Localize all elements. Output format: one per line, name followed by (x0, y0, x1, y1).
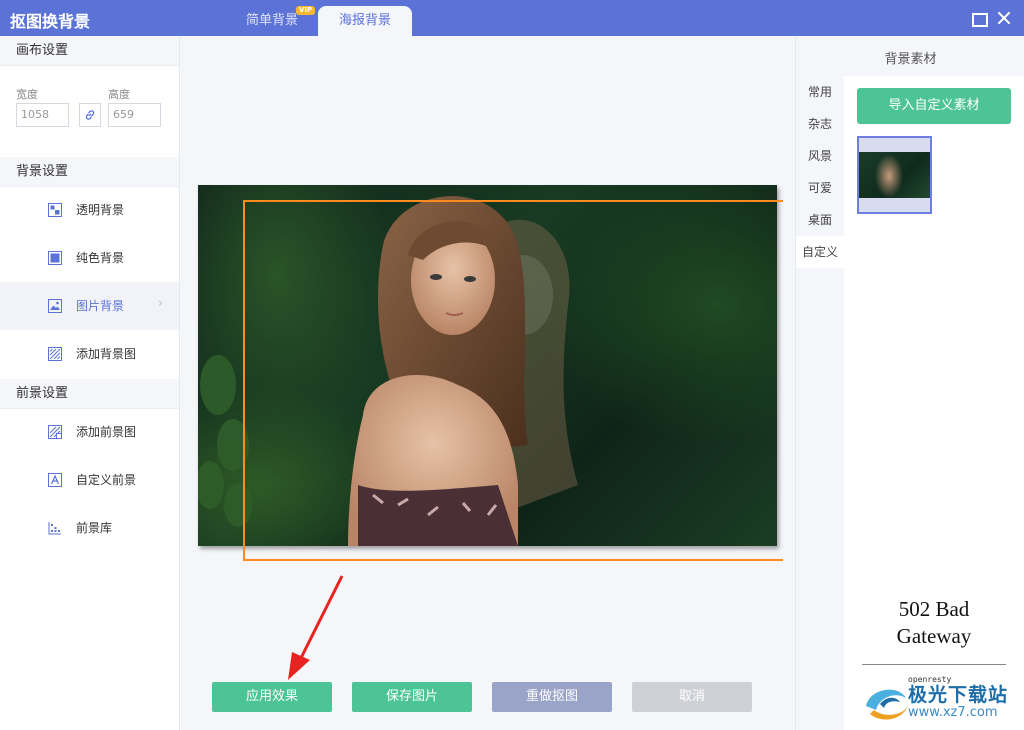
menu-foreground-library[interactable]: 前景库 (0, 504, 179, 552)
width-label: 宽度 (16, 88, 38, 101)
watermark-url: www.xz7.com (908, 705, 998, 720)
menu-label: 添加前景图 (76, 425, 137, 439)
redo-cutout-button[interactable]: 重做抠图 (492, 682, 612, 712)
cancel-button[interactable]: 取消 (632, 682, 752, 712)
panel-title: 背景素材 (884, 52, 937, 67)
category-desktop[interactable]: 桌面 (796, 204, 844, 236)
menu-label: 添加背景图 (76, 347, 137, 361)
canvas-settings-header: 画布设置 (0, 36, 179, 66)
height-label: 高度 (108, 88, 130, 101)
category-scenery[interactable]: 风景 (796, 140, 844, 172)
background-settings-header: 背景设置 (0, 157, 179, 187)
save-image-button[interactable]: 保存图片 (352, 682, 472, 712)
menu-label: 纯色背景 (76, 251, 125, 265)
foreground-settings-header: 前景设置 (0, 379, 179, 409)
chevron-right-icon: › (158, 296, 163, 310)
category-list: 常用 杂志 风景 可爱 桌面 自定义 (796, 76, 844, 584)
category-cute[interactable]: 可爱 (796, 172, 844, 204)
text-a-icon (48, 473, 62, 487)
transparent-icon (48, 203, 62, 217)
width-input[interactable]: 1058 (16, 103, 69, 127)
category-magazine[interactable]: 杂志 (796, 108, 844, 140)
height-input[interactable]: 659 (108, 103, 161, 127)
menu-label: 前景库 (76, 521, 113, 535)
settings-sidebar: 画布设置 宽度 高度 1058 659 背景设置 透明背景 纯色背景 图片背景 … (0, 36, 180, 730)
selection-frame[interactable] (243, 200, 783, 561)
menu-add-background-image[interactable]: 添加背景图 (0, 330, 179, 378)
maximize-icon[interactable] (968, 8, 988, 28)
category-common[interactable]: 常用 (796, 76, 844, 108)
title-bar: 抠图换背景 简单背景 VIP 海报背景 (0, 0, 1024, 36)
vip-badge: VIP (296, 6, 316, 15)
link-aspect-button[interactable] (79, 103, 101, 127)
menu-solid-background[interactable]: 纯色背景 (0, 234, 179, 282)
menu-label: 透明背景 (76, 203, 125, 217)
app-title: 抠图换背景 (10, 12, 91, 31)
import-custom-material-button[interactable]: 导入自定义素材 (857, 88, 1011, 124)
menu-label: 图片背景 (76, 299, 125, 313)
menu-label: 自定义前景 (76, 473, 137, 487)
watermark-title: 极光下载站 (908, 684, 1009, 706)
add-foreground-icon (48, 425, 62, 439)
menu-image-background[interactable]: 图片背景 › (0, 282, 179, 330)
thumbnail-image (859, 152, 930, 198)
category-custom[interactable]: 自定义 (796, 236, 844, 268)
library-icon (48, 522, 61, 535)
menu-custom-foreground[interactable]: 自定义前景 (0, 456, 179, 504)
divider (862, 664, 1006, 665)
tab-poster-background[interactable]: 海报背景 (318, 6, 412, 36)
gateway-error-text: 502 Bad Gateway (896, 597, 972, 648)
red-arrow-annotation (288, 575, 344, 680)
menu-add-foreground-image[interactable]: 添加前景图 (0, 408, 179, 456)
close-icon[interactable] (994, 8, 1014, 28)
image-icon (48, 299, 62, 313)
menu-transparent-background[interactable]: 透明背景 (0, 186, 179, 234)
add-image-icon (48, 347, 62, 361)
material-thumbnail[interactable] (857, 136, 932, 214)
apply-effect-button[interactable]: 应用效果 (212, 682, 332, 712)
link-icon (85, 110, 95, 120)
solid-color-icon (48, 251, 62, 265)
